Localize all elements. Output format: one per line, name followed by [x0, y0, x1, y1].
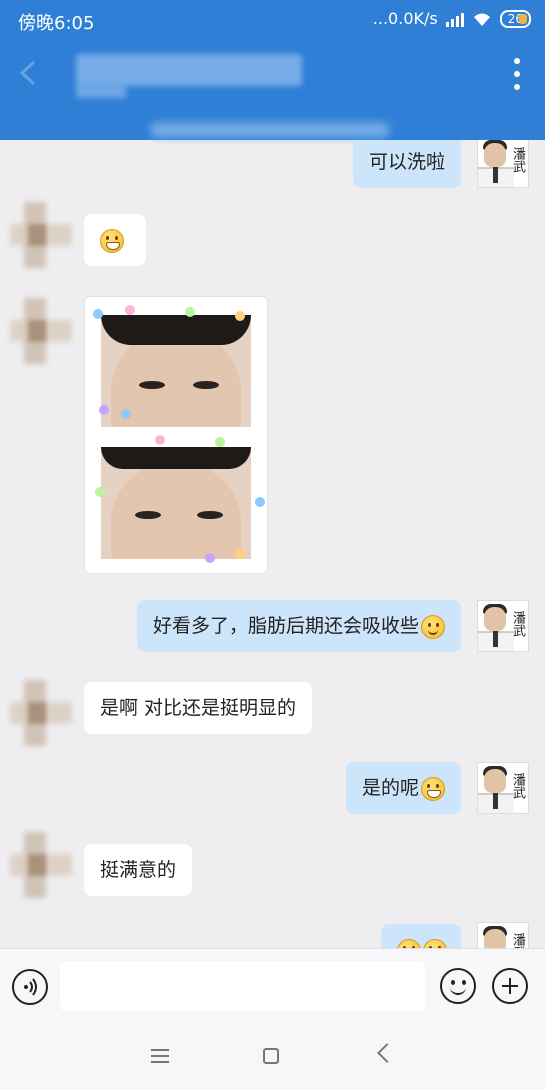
battery-icon: 26: [499, 9, 531, 28]
message-text: 是啊 对比还是挺明显的: [100, 697, 297, 719]
home-icon[interactable]: [263, 1048, 279, 1064]
avatar-signature: 潘武: [510, 147, 525, 173]
network-speed: ...0.0K/s: [372, 9, 438, 28]
nav-bar: [0, 40, 545, 110]
menu-icon[interactable]: [151, 1049, 169, 1063]
avatar-signature: 潘武: [510, 773, 525, 799]
message-bubble-in[interactable]: 是啊 对比还是挺明显的: [84, 682, 313, 734]
doctor-avatar[interactable]: 潘武: [477, 600, 529, 652]
blurred-subtitle: [150, 122, 390, 138]
back-arrow-icon[interactable]: [14, 58, 44, 88]
message-text: 挺满意的: [100, 859, 177, 881]
grin-emoji-icon: [100, 228, 124, 253]
message-bubble-out[interactable]: 是的呢: [345, 762, 461, 814]
doctor-avatar[interactable]: 潘武: [477, 140, 529, 188]
avatar-signature: 潘武: [510, 611, 525, 637]
message-text: 是的呢: [361, 777, 419, 799]
chat-area[interactable]: 可以洗啦 潘武 好看多了，脂肪后期还会吸收些 潘武 是啊 对比还是挺明显的 是的…: [0, 140, 545, 948]
system-nav-bar: [0, 1026, 545, 1089]
status-right: ...0.0K/s 26: [373, 9, 531, 28]
smile-emoji-icon: [421, 614, 445, 639]
message-bubble-out[interactable]: 好看多了，脂肪后期还会吸收些: [136, 600, 461, 652]
plus-icon[interactable]: [492, 968, 528, 1004]
message-bubble-out[interactable]: [381, 924, 461, 948]
back-icon[interactable]: [377, 1043, 397, 1063]
wifi-icon: [473, 13, 490, 26]
grin-emoji-icon: [397, 938, 421, 948]
after-photo: [101, 447, 251, 559]
doctor-avatar[interactable]: 潘武: [477, 762, 529, 814]
emoji-icon[interactable]: [440, 968, 476, 1004]
grin-emoji-icon: [423, 938, 447, 948]
more-options-icon[interactable]: [513, 58, 521, 90]
status-bar: 傍晚6:05 ...0.0K/s 26: [0, 0, 545, 40]
patient-avatar[interactable]: [10, 832, 72, 902]
doctor-avatar[interactable]: 潘武: [477, 922, 529, 948]
voice-input-icon[interactable]: [12, 969, 48, 1005]
grin-emoji-icon: [421, 776, 445, 801]
header: 傍晚6:05 ...0.0K/s 26: [0, 0, 545, 140]
message-bubble-in[interactable]: [84, 214, 146, 266]
message-bubble-out[interactable]: 可以洗啦: [352, 140, 461, 188]
avatar-signature: 潘武: [510, 933, 525, 948]
patient-avatar[interactable]: [10, 202, 72, 272]
status-time: 傍晚6:05: [18, 13, 95, 34]
message-text: 好看多了，脂肪后期还会吸收些: [152, 615, 419, 637]
patient-avatar[interactable]: [10, 298, 72, 368]
blurred-contact-name-2: [76, 84, 126, 98]
message-text: 可以洗啦: [368, 151, 445, 173]
blurred-contact-name: [76, 54, 302, 86]
image-message[interactable]: [84, 296, 268, 574]
message-bubble-in[interactable]: 挺满意的: [84, 844, 193, 896]
signal-icon: [445, 11, 464, 27]
patient-avatar[interactable]: [10, 680, 72, 750]
input-bar: [0, 948, 545, 1026]
message-input[interactable]: [60, 961, 425, 1011]
